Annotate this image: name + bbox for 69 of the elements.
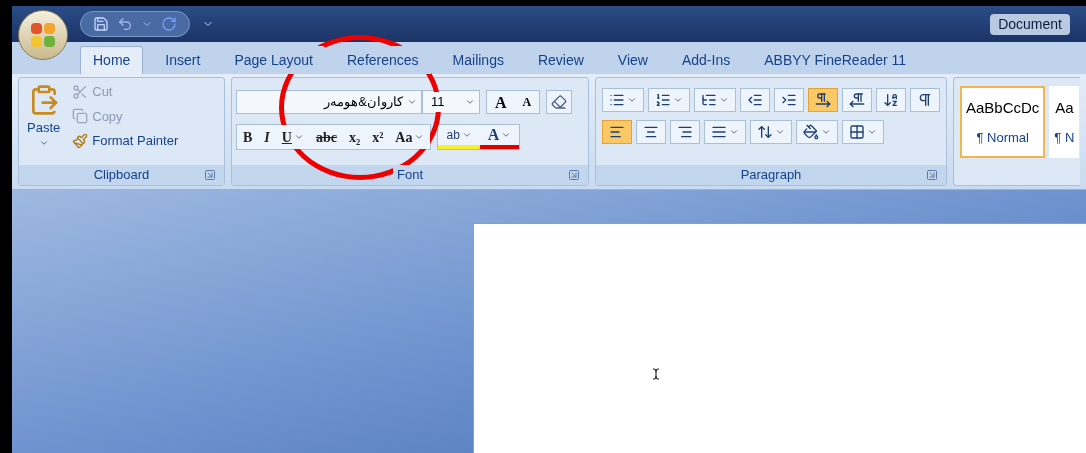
paste-button[interactable]: Paste [27,82,61,148]
align-center-icon [643,124,659,140]
paragraph-button[interactable] [750,120,792,144]
paragraph-button[interactable] [648,88,690,112]
grow-font-button[interactable]: A [487,91,515,113]
style-gallery-item[interactable]: AaBbCcDc ¶ Normal [960,86,1046,158]
caret-icon [293,132,304,142]
dialog-launcher-icon[interactable] [926,169,938,181]
caret-icon [719,95,729,105]
paragraph-button[interactable] [602,120,632,144]
paintbrush-icon [72,132,89,149]
caret-icon [501,130,512,140]
paint-bucket-icon [803,124,819,140]
caret-icon [414,132,425,142]
dialog-launcher-icon[interactable] [568,169,580,181]
pilcrow-icon [917,92,933,108]
pilcrow-left-icon [849,92,865,108]
office-logo-icon [31,23,55,47]
font-color-button[interactable]: A [479,125,520,149]
caret-icon [461,130,472,140]
paragraph-button[interactable] [602,88,644,112]
font-size-field[interactable]: 11 [422,90,480,114]
paragraph-button[interactable] [774,88,804,112]
clipboard-command[interactable]: Format Painter [72,131,179,151]
caret-icon [729,127,739,137]
paragraph-button[interactable] [636,120,666,144]
align-right-icon [677,124,693,140]
paragraph-button[interactable] [842,120,884,144]
window-title: Document [990,13,1070,35]
scissors-icon [72,83,89,100]
paragraph-button[interactable] [876,88,906,112]
sort-az-icon [883,92,899,108]
paragraph-button[interactable] [910,88,940,112]
paragraph-button[interactable] [740,88,770,112]
ribbon-tab[interactable]: Home [80,46,144,74]
copy-icon [72,108,89,125]
shrink-font-button[interactable]: A [514,91,540,113]
caret-icon [465,97,475,107]
indent-icon [781,92,797,108]
caret-icon [775,127,785,137]
justify-icon [711,124,727,140]
align-left-icon [609,124,625,140]
save-icon[interactable] [93,16,109,32]
bullet-list-icon [609,92,625,108]
style-gallery-item[interactable]: Aa ¶ N [1049,86,1080,158]
paragraph-button[interactable] [694,88,736,112]
dialog-launcher-icon[interactable] [204,169,216,181]
pilcrow-right-icon [815,92,831,108]
numbered-list-icon [655,92,671,108]
font-name-value: كاروان&هومەر [324,93,403,112]
eraser-icon [551,94,568,110]
font-name-field[interactable]: كاروان&هومەر [236,90,422,114]
undo-icon[interactable] [117,16,133,32]
tree-list-icon [701,92,717,108]
paragraph-button[interactable] [796,120,838,144]
line-spacing-icon [757,124,773,140]
caret-icon [867,127,877,137]
outdent-icon [747,92,763,108]
caret-icon [627,95,637,105]
paragraph-button[interactable] [704,120,746,144]
caret-icon [673,95,683,105]
paragraph-button[interactable] [670,120,700,144]
paragraph-button[interactable] [842,88,872,112]
borders-icon [849,124,865,140]
caret-icon [821,127,831,137]
highlight-button[interactable]: ab [438,125,480,149]
caret-icon [407,97,417,107]
clear-formatting-button[interactable] [546,90,573,114]
paragraph-button[interactable] [808,88,838,112]
